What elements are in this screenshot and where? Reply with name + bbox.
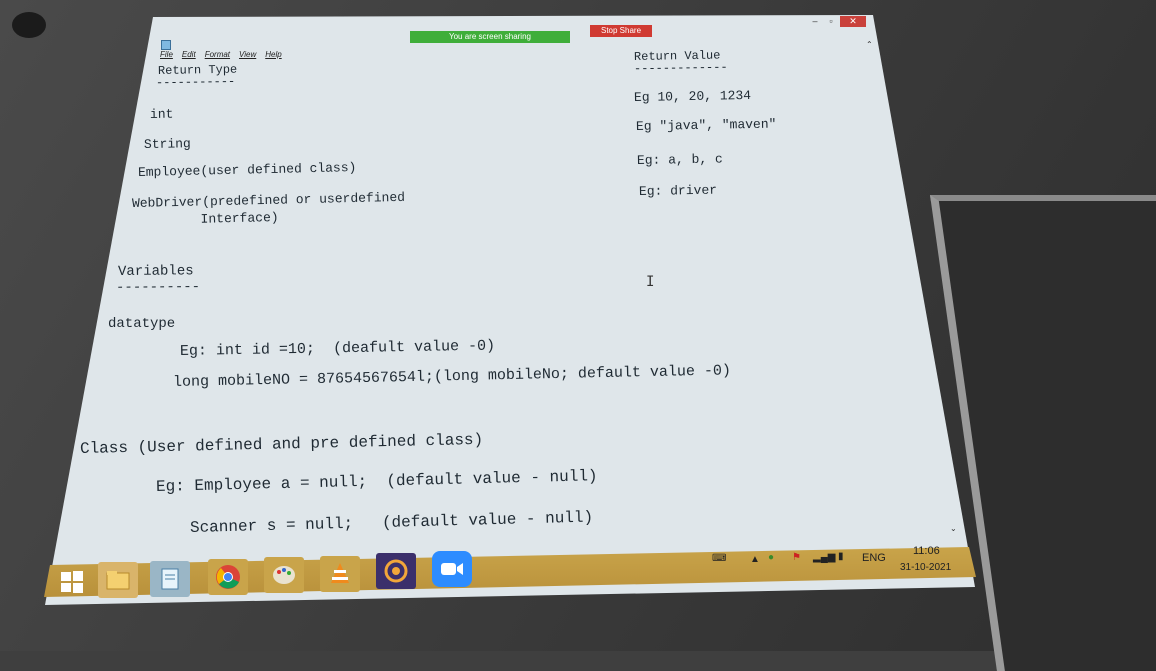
keyboard-icon[interactable]: ⌨ [712,553,726,564]
return-value-int: Eg 10, 20, 1234 [633,87,752,105]
screen-sharing-banner: You are screen sharing [410,31,570,43]
scroll-down-icon[interactable]: ⌄ [950,524,957,533]
menu-bar: File Edit Format View Help [160,50,282,59]
clock-date[interactable]: 31-10-2021 [900,562,951,573]
return-value-driver: Eg: driver [638,182,718,199]
notepad-app-icon[interactable] [150,561,190,597]
tray-expand-icon[interactable]: ▲ [750,554,760,565]
vlc-icon[interactable] [320,556,360,592]
menu-view[interactable]: View [239,50,256,59]
zoom-icon[interactable] [432,551,472,587]
network-signal-icon[interactable]: ▂▄▆ [813,552,835,563]
return-type-interface: Interface) [145,209,279,228]
return-type-rule: ----------- [155,74,236,90]
chrome-icon[interactable] [208,559,248,595]
maximize-button[interactable]: ▫ [824,16,838,27]
return-value-string: Eg "java", "maven" [635,116,777,134]
variables-rule: ---------- [115,279,201,296]
tray-app-icon[interactable]: ● [768,552,774,563]
menu-edit[interactable]: Edit [182,50,196,59]
clock-time[interactable]: 11:06 [913,545,940,557]
window-controls: – ▫ ✕ [808,16,866,28]
windows-start-icon[interactable] [52,564,92,600]
stop-share-button[interactable]: Stop Share [590,25,652,37]
minimize-button[interactable]: – [808,16,822,27]
text-cursor-icon: I [646,274,655,290]
battery-icon[interactable]: ▮ [838,551,844,562]
datatype-label: datatype [108,316,176,332]
close-button[interactable]: ✕ [840,16,866,27]
variables-header: Variables [117,263,194,280]
language-indicator[interactable]: ENG [862,552,886,564]
return-type-string: String [143,136,191,152]
wall-mark [12,12,46,38]
file-explorer-icon[interactable] [98,562,138,598]
java-ee-ide-icon[interactable] [376,553,416,589]
menu-file[interactable]: File [160,50,173,59]
scroll-up-icon[interactable]: ⌃ [866,40,873,49]
menu-format[interactable]: Format [205,50,230,59]
return-type-int: int [149,106,174,122]
return-value-char: Eg: a, b, c [636,151,723,168]
return-value-rule: ------------- [633,60,728,76]
notepad-icon [161,40,171,50]
paint-icon[interactable] [264,557,304,593]
menu-help[interactable]: Help [265,50,281,59]
action-center-flag-icon[interactable]: ⚑ [792,552,801,563]
